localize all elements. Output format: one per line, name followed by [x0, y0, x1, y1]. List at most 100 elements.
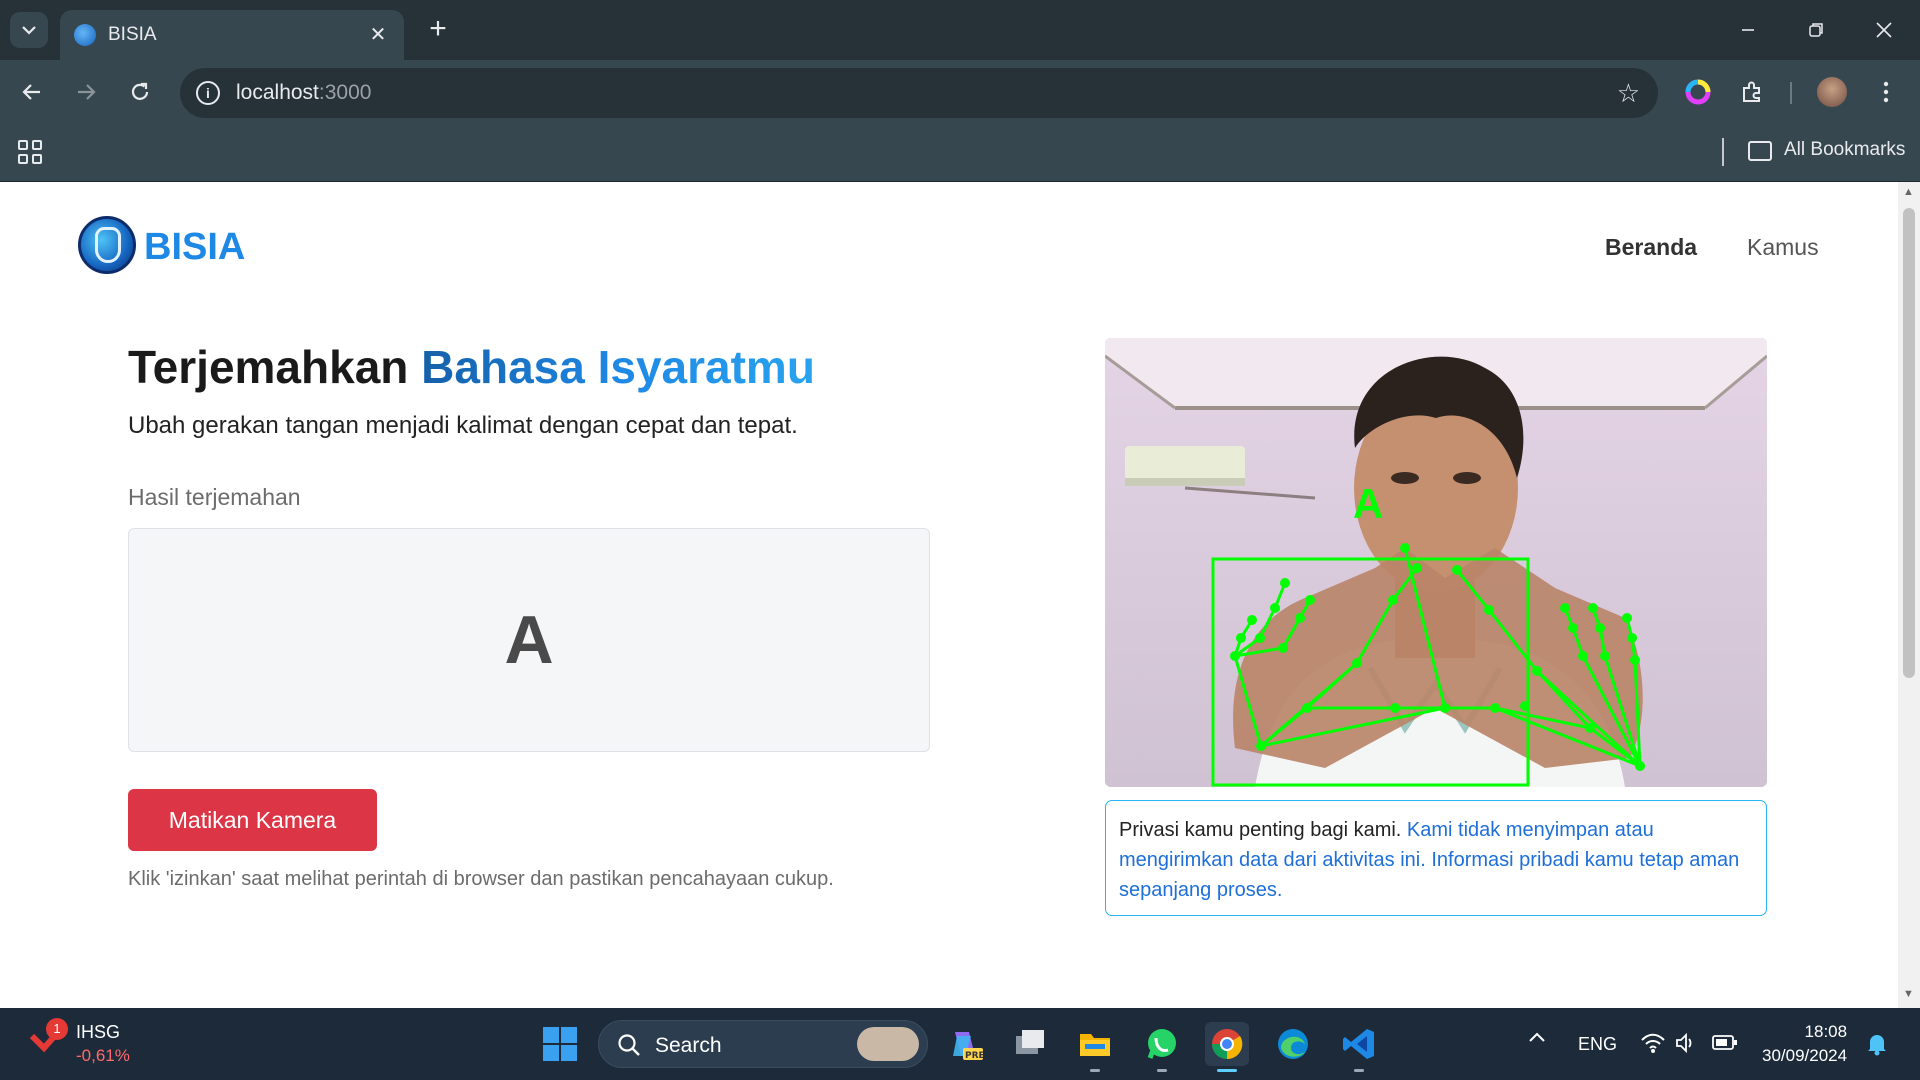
- result-label: Hasil terjemahan: [128, 484, 301, 510]
- close-tab-icon[interactable]: ✕: [364, 20, 392, 48]
- browser-toolbar: i localhost:3000 ☆: [0, 60, 1920, 124]
- brand-name[interactable]: BISIA: [144, 226, 245, 269]
- notifications-button[interactable]: [1866, 1032, 1888, 1061]
- app-active-indicator: [1217, 1069, 1237, 1072]
- title-plain: Terjemahkan: [128, 341, 422, 393]
- wifi-glyph: [1641, 1033, 1665, 1053]
- url-host: localhost: [236, 81, 319, 104]
- translation-output: A: [128, 528, 930, 752]
- volume-icon[interactable]: [1674, 1032, 1696, 1059]
- page-title: Terjemahkan Bahasa Isyaratmu: [128, 340, 815, 394]
- url-port: :3000: [318, 81, 372, 104]
- task-view-icon: [1016, 1030, 1044, 1054]
- turn-off-camera-button[interactable]: Matikan Kamera: [128, 789, 377, 851]
- new-tab-button[interactable]: +: [420, 14, 456, 46]
- vscode-icon: [1343, 1029, 1374, 1059]
- apps-grid-icon[interactable]: [18, 140, 42, 164]
- bookmarks-bar: All Bookmarks: [0, 124, 1920, 182]
- detected-letter-label: A: [1353, 480, 1383, 527]
- bookmark-star-icon[interactable]: ☆: [1617, 78, 1640, 109]
- arrow-left-icon: [22, 84, 40, 100]
- clock-time: 18:08: [1804, 1022, 1848, 1041]
- title-accent: Bahasa Isyaratmu: [421, 341, 815, 393]
- language-indicator[interactable]: ENG: [1578, 1034, 1617, 1055]
- whatsapp-icon: [1147, 1029, 1176, 1059]
- nav-kamus[interactable]: Kamus: [1747, 234, 1819, 261]
- forward-button[interactable]: [68, 74, 104, 110]
- privacy-lead: Privasi kamu penting bagi kami.: [1119, 819, 1402, 841]
- web-page: BISIA Beranda Kamus Terjemahkan Bahasa I…: [0, 182, 1898, 1008]
- bisia-logo[interactable]: [78, 216, 136, 274]
- browser-tab-strip: BISIA ✕ +: [0, 0, 1920, 60]
- reload-icon: [131, 82, 149, 100]
- scroll-down-icon[interactable]: ▼: [1903, 988, 1914, 1000]
- back-button[interactable]: [14, 74, 50, 110]
- system-clock[interactable]: 18:08 30/09/2024: [1762, 1020, 1847, 1068]
- speaker-glyph: [1676, 1032, 1692, 1054]
- nav-beranda[interactable]: Beranda: [1605, 234, 1697, 261]
- arrow-right-icon: [78, 84, 96, 100]
- chrome-icon: [1212, 1029, 1243, 1060]
- toolbar-divider: [1790, 82, 1792, 104]
- browser-tab[interactable]: BISIA ✕: [60, 10, 404, 60]
- taskbar-vscode[interactable]: [1337, 1022, 1381, 1072]
- taskbar-whatsapp[interactable]: [1140, 1022, 1184, 1072]
- battery-glyph: [1712, 1035, 1737, 1050]
- url-text: localhost:3000: [236, 81, 371, 105]
- search-label: Search: [655, 1034, 722, 1057]
- taskbar-chrome[interactable]: [1205, 1022, 1249, 1072]
- scroll-thumb[interactable]: [1903, 208, 1915, 678]
- windows-taskbar: 1 IHSG -0,61% Search PRE ENG 18:08 30/09…: [0, 1008, 1920, 1080]
- close-window-button[interactable]: [1862, 12, 1906, 48]
- tray-overflow-icon[interactable]: [1528, 1030, 1546, 1049]
- search-icon: [618, 1034, 640, 1056]
- minimize-button[interactable]: [1726, 12, 1770, 48]
- reload-button[interactable]: [122, 74, 158, 110]
- close-icon: [1876, 22, 1892, 38]
- profile-avatar[interactable]: [1814, 74, 1850, 110]
- favicon-icon: [74, 24, 96, 46]
- color-wheel-icon: [1685, 79, 1711, 105]
- search-highlight-image: [857, 1027, 919, 1061]
- camera-feed: A: [1105, 338, 1767, 787]
- app-running-indicator: [1354, 1069, 1364, 1072]
- color-extension-button[interactable]: [1680, 74, 1716, 110]
- taskbar-copilot[interactable]: PRE: [943, 1022, 987, 1066]
- restore-button[interactable]: [1794, 12, 1838, 48]
- all-bookmarks-link[interactable]: All Bookmarks: [1784, 139, 1905, 161]
- chevron-down-icon: [22, 26, 36, 35]
- folder-icon: [1080, 1034, 1110, 1056]
- taskbar-search[interactable]: Search: [598, 1020, 928, 1068]
- wifi-icon[interactable]: [1640, 1032, 1666, 1059]
- avatar-icon: [1817, 77, 1847, 107]
- browser-menu-button[interactable]: [1868, 74, 1904, 110]
- scroll-up-icon[interactable]: ▲: [1903, 186, 1914, 198]
- stock-change: -0,61%: [76, 1046, 130, 1065]
- start-button[interactable]: [538, 1022, 582, 1066]
- page-subtitle: Ubah gerakan tangan menjadi kalimat deng…: [128, 412, 798, 439]
- translation-result: A: [504, 602, 554, 678]
- folder-icon: [1748, 141, 1772, 161]
- address-bar[interactable]: i localhost:3000 ☆: [180, 68, 1658, 118]
- puzzle-icon: [1743, 81, 1760, 102]
- camera-hint: Klik 'izinkan' saat melihat perintah di …: [128, 868, 834, 890]
- hand-sign-icon: [95, 227, 121, 263]
- chevron-up-icon: [1529, 1032, 1545, 1042]
- kebab-menu-icon: [1883, 81, 1889, 103]
- page-scrollbar[interactable]: ▲ ▼: [1898, 182, 1920, 1008]
- extensions-button[interactable]: [1734, 74, 1770, 110]
- taskbar-task-view[interactable]: [1008, 1022, 1052, 1066]
- site-info-icon[interactable]: i: [196, 81, 220, 105]
- battery-icon[interactable]: [1712, 1034, 1738, 1057]
- taskbar-edge[interactable]: [1271, 1022, 1315, 1066]
- tab-search-button[interactable]: [10, 12, 48, 48]
- stock-name[interactable]: IHSG: [76, 1022, 120, 1043]
- windows-logo-icon: [543, 1027, 577, 1061]
- bookmarks-divider: [1722, 138, 1724, 166]
- minimize-icon: [1742, 29, 1754, 31]
- restore-icon: [1809, 23, 1823, 37]
- svg-text:PRE: PRE: [965, 1051, 983, 1061]
- privacy-notice: Privasi kamu penting bagi kami. Kami tid…: [1105, 800, 1767, 916]
- notification-badge: 1: [46, 1018, 68, 1040]
- taskbar-file-explorer[interactable]: [1073, 1022, 1117, 1072]
